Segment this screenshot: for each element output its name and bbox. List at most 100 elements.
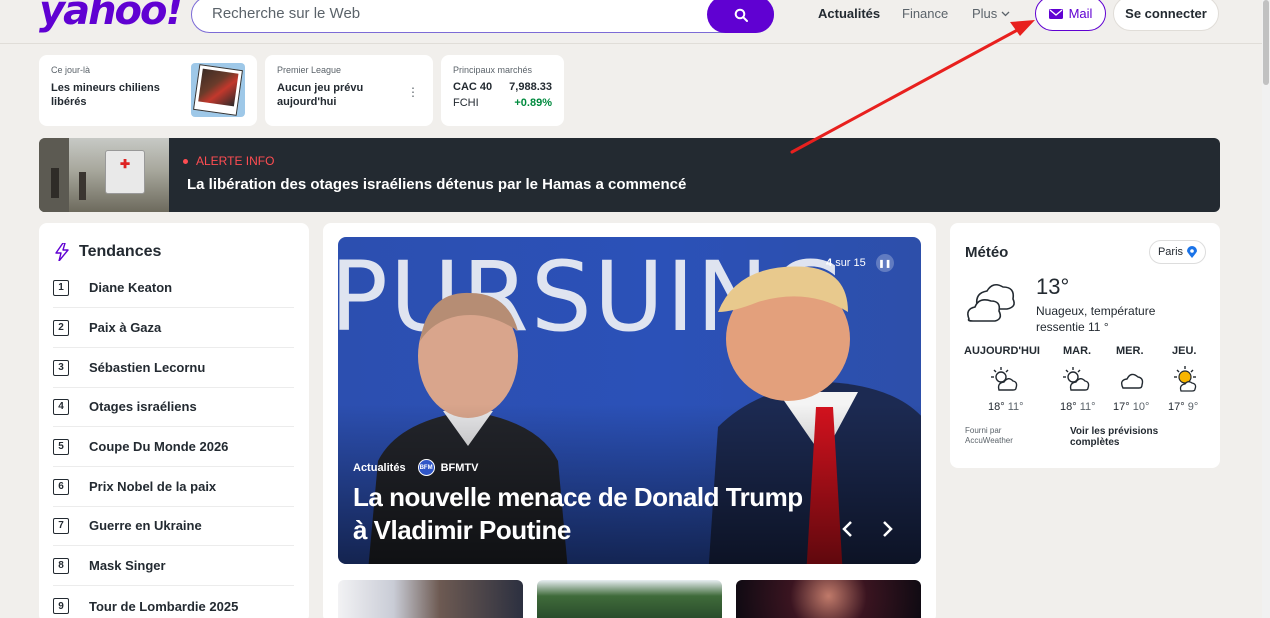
mail-icon xyxy=(1048,8,1063,19)
markets-card[interactable]: Principaux marchés CAC 40 7,988.33 FCHI … xyxy=(441,55,564,126)
chevron-left-icon xyxy=(842,521,852,537)
on-this-day-card[interactable]: Ce jour-là Les mineurs chiliens libérés xyxy=(39,55,257,126)
trend-rank: 5 xyxy=(53,438,69,455)
forecast-low: 11° xyxy=(1007,401,1024,413)
cloudy-icon xyxy=(967,283,1015,322)
forecast-day: AUJOURD'HUI xyxy=(964,345,1040,357)
trend-rank: 6 xyxy=(53,478,69,495)
hero-headline[interactable]: La nouvelle menace de Donald Trump à Vla… xyxy=(353,481,823,547)
trends-title: Tendances xyxy=(79,243,162,260)
forecast-high: 17° xyxy=(1113,401,1130,413)
trend-label: Coupe Du Monde 2026 xyxy=(89,439,229,454)
cloud-icon xyxy=(1120,373,1144,389)
search-bar[interactable] xyxy=(191,0,774,33)
partly-sunny-icon xyxy=(1063,367,1090,391)
trend-label: Diane Keaton xyxy=(89,280,173,295)
chevron-right-icon xyxy=(883,521,893,537)
pause-icon[interactable]: ❚❚ xyxy=(875,254,894,272)
forecast-day: MAR. xyxy=(1063,345,1092,357)
location-pin-icon xyxy=(1187,245,1198,258)
trend-item[interactable]: 2 Paix à Gaza xyxy=(53,308,294,348)
news-thumbnail[interactable] xyxy=(736,580,921,618)
page-scrollbar[interactable] xyxy=(1262,0,1270,618)
sign-in-button[interactable]: Se connecter xyxy=(1113,0,1219,31)
carousel-current: 4 xyxy=(826,257,833,269)
nav-plus-label: Plus xyxy=(972,6,998,21)
alert-label: ALERTE INFO xyxy=(183,154,274,168)
hero-source: Actualités BFM BFMTV xyxy=(353,459,478,476)
trend-label: Tour de Lombardie 2025 xyxy=(89,598,239,614)
hero-category: Actualités xyxy=(353,461,406,474)
partly-sunny-icon xyxy=(991,367,1018,391)
trend-rank: 2 xyxy=(53,319,69,336)
market-name: FCHI xyxy=(453,97,479,109)
trend-item[interactable]: 6 Prix Nobel de la paix xyxy=(53,467,294,507)
market-value: 7,988.33 xyxy=(509,81,552,93)
carousel-next-button[interactable] xyxy=(876,517,900,541)
markets-label: Principaux marchés xyxy=(453,65,533,75)
full-forecast-link[interactable]: Voir les prévisions complètes xyxy=(1070,426,1190,448)
trend-item[interactable]: 3 Sébastien Lecornu xyxy=(53,348,294,388)
trend-item[interactable]: 5 Coupe Du Monde 2026 xyxy=(53,427,294,467)
nav-actualites[interactable]: Actualités xyxy=(818,6,880,21)
trend-rank: 1 xyxy=(53,279,69,296)
carousel-counter: 4 sur 15 ❚❚ xyxy=(826,254,894,272)
yahoo-logo[interactable]: yahoo! xyxy=(39,0,184,34)
trend-item[interactable]: 1 Diane Keaton xyxy=(53,268,294,308)
mail-button[interactable]: Mail xyxy=(1035,0,1106,31)
trend-item[interactable]: 7 Guerre en Ukraine xyxy=(53,506,294,546)
trend-item[interactable]: 4 Otages israéliens xyxy=(53,387,294,427)
news-thumbnail[interactable] xyxy=(537,580,722,618)
breaking-news-title[interactable]: La libération des otages israéliens déte… xyxy=(187,176,686,193)
alert-dot-icon xyxy=(183,158,188,164)
trend-rank: 7 xyxy=(53,517,69,534)
trend-item[interactable]: 9 Tour de Lombardie 2025 xyxy=(53,586,294,618)
search-input[interactable] xyxy=(212,5,692,22)
trend-rank: 8 xyxy=(53,557,69,574)
trend-label: Prix Nobel de la paix xyxy=(89,479,217,494)
forecast-high: 18° xyxy=(988,401,1005,413)
premier-league-title: Aucun jeu prévu aujourd'hui xyxy=(277,82,364,108)
forecast-low: 10° xyxy=(1132,401,1150,413)
forecast-range: 18° 11° xyxy=(988,401,1024,413)
forecast-range: 17° 10° xyxy=(1113,401,1149,413)
chevron-down-icon xyxy=(1001,11,1010,16)
nav-plus[interactable]: Plus xyxy=(972,6,1010,21)
mail-label: Mail xyxy=(1068,6,1093,21)
bus-shape: ✚ xyxy=(105,150,145,194)
trend-rank: 9 xyxy=(53,598,69,614)
trend-rank: 4 xyxy=(53,398,69,415)
bfmtv-logo-icon: BFM xyxy=(417,459,435,476)
alert-text: ALERTE INFO xyxy=(196,154,275,168)
trend-rank: 3 xyxy=(53,359,69,376)
polaroid-photo xyxy=(193,64,243,116)
trend-item[interactable]: 8 Mask Singer xyxy=(53,546,294,586)
forecast-high: 17° xyxy=(1168,401,1185,413)
sun-cloud-icon xyxy=(1174,366,1197,392)
trend-label: Otages israéliens xyxy=(89,399,197,414)
weather-description: Nuageux, température ressentie 11 ° xyxy=(1036,304,1156,334)
premier-league-card[interactable]: Premier League Aucun jeu prévu aujourd'h… xyxy=(265,55,433,126)
forecast-range: 18° 11° xyxy=(1060,401,1096,413)
more-options-icon[interactable]: ⋮ xyxy=(407,85,419,99)
search-button[interactable] xyxy=(707,0,774,33)
news-thumbnail[interactable] xyxy=(338,580,523,618)
premier-league-label: Premier League xyxy=(277,65,342,75)
carousel-prev-button[interactable] xyxy=(835,517,859,541)
weather-provider[interactable]: Fourni par AccuWeather xyxy=(965,426,1035,446)
weather-title: Météo xyxy=(965,244,1009,261)
breaking-news-banner[interactable]: ✚ ALERTE INFO La libération des otages i… xyxy=(39,138,1220,212)
nav-finance[interactable]: Finance xyxy=(902,6,948,21)
hero-carousel[interactable]: PURSUING 4 sur 15 ❚❚ Actualités BFM BFMT… xyxy=(338,237,921,564)
weather-location-button[interactable]: Paris xyxy=(1149,240,1206,264)
forecast-day: MER. xyxy=(1116,345,1144,357)
forecast-low: 11° xyxy=(1079,401,1096,413)
on-this-day-title: Les mineurs chiliens libérés xyxy=(51,82,160,108)
weather-location: Paris xyxy=(1157,246,1184,258)
market-change: +0.89% xyxy=(514,97,552,109)
forecast-range: 17° 9° xyxy=(1168,401,1198,413)
lightning-icon xyxy=(55,243,69,261)
trend-label: Sébastien Lecornu xyxy=(89,360,206,375)
scrollbar-thumb[interactable] xyxy=(1263,0,1269,85)
carousel-total: sur 15 xyxy=(835,257,866,269)
